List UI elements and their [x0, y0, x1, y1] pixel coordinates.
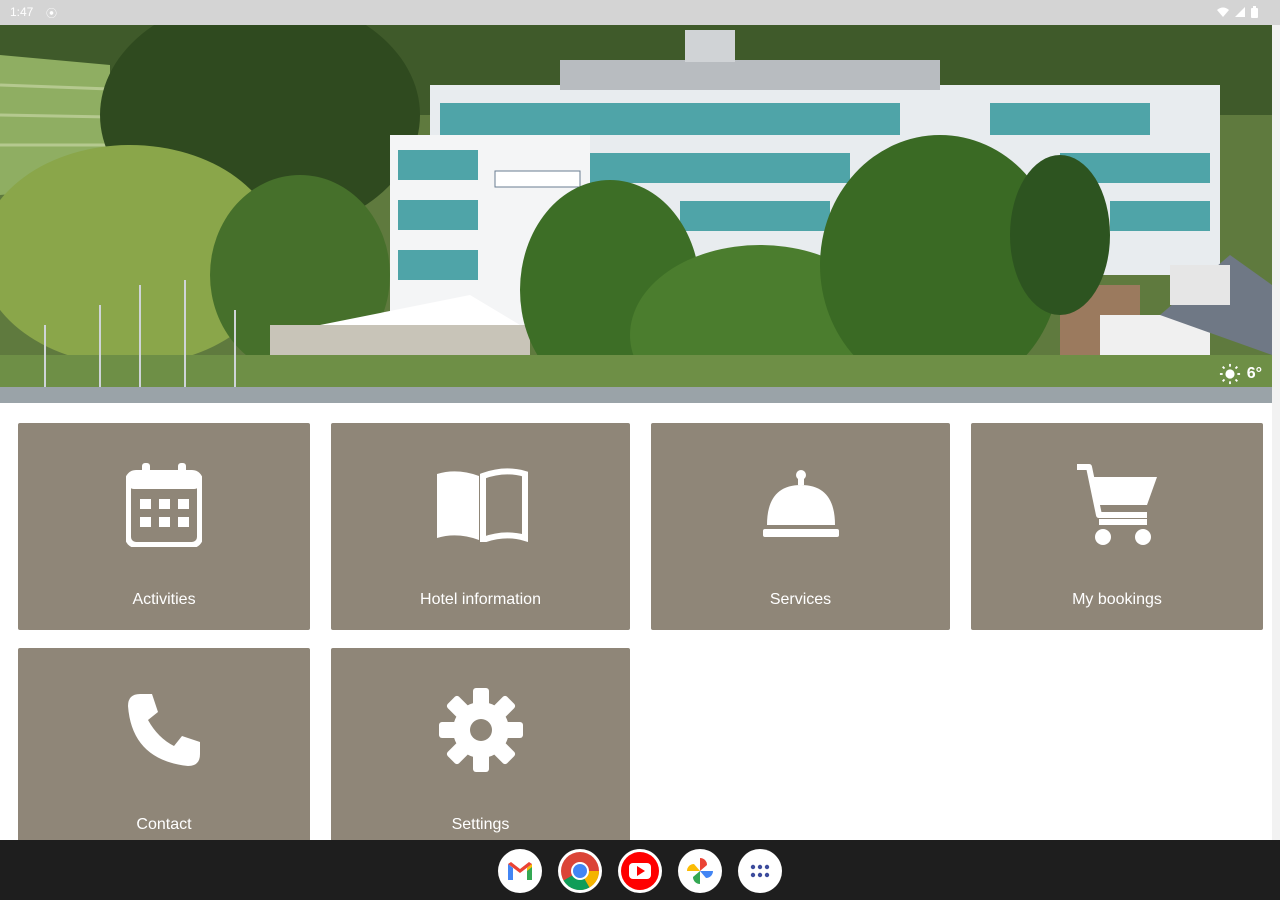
hero-banner: 6°: [0, 25, 1272, 403]
youtube-icon[interactable]: [618, 849, 662, 893]
tile-my-bookings[interactable]: My bookings: [971, 423, 1263, 630]
partly-sunny-icon: [1219, 363, 1240, 385]
gmail-icon[interactable]: [498, 849, 542, 893]
calendar-icon: [126, 463, 202, 547]
cart-icon: [1077, 464, 1157, 545]
tile-services[interactable]: Services: [651, 423, 950, 630]
taskbar-apps: [498, 849, 782, 893]
service-bell-icon: [762, 470, 839, 537]
scroll-edge: [1272, 25, 1280, 840]
tile-label: My bookings: [1072, 591, 1162, 608]
signal-icon: [1235, 7, 1245, 17]
status-bar: 1:47 ⦿: [0, 0, 1280, 25]
tile-label: Services: [769, 591, 832, 608]
tile-activities[interactable]: Activities: [18, 423, 310, 630]
tile-label: Activities: [132, 591, 196, 608]
tile-settings[interactable]: Settings: [331, 648, 630, 843]
wifi-icon: [1217, 7, 1229, 17]
tile-label: Settings: [451, 816, 510, 833]
chrome-icon[interactable]: [558, 849, 602, 893]
tile-contact[interactable]: Contact: [18, 648, 310, 843]
weather-temperature: 6°: [1246, 365, 1262, 382]
book-icon: [436, 468, 528, 542]
photos-icon[interactable]: [678, 849, 722, 893]
tile-label: Hotel information: [420, 591, 541, 608]
hotel-building-photo: [0, 25, 1272, 403]
tile-label: Contact: [136, 816, 192, 833]
status-icons: [1217, 6, 1258, 18]
tile-hotel-information[interactable]: Hotel information: [331, 423, 630, 630]
battery-icon: [1251, 6, 1258, 18]
phone-icon: [128, 694, 200, 766]
taskbar: [0, 840, 1280, 900]
weather-widget: 6°: [1219, 363, 1262, 385]
location-icon: ⦿: [46, 8, 57, 20]
app-drawer-icon[interactable]: [738, 849, 782, 893]
gear-icon: [438, 688, 523, 772]
status-time: 1:47: [10, 5, 34, 19]
